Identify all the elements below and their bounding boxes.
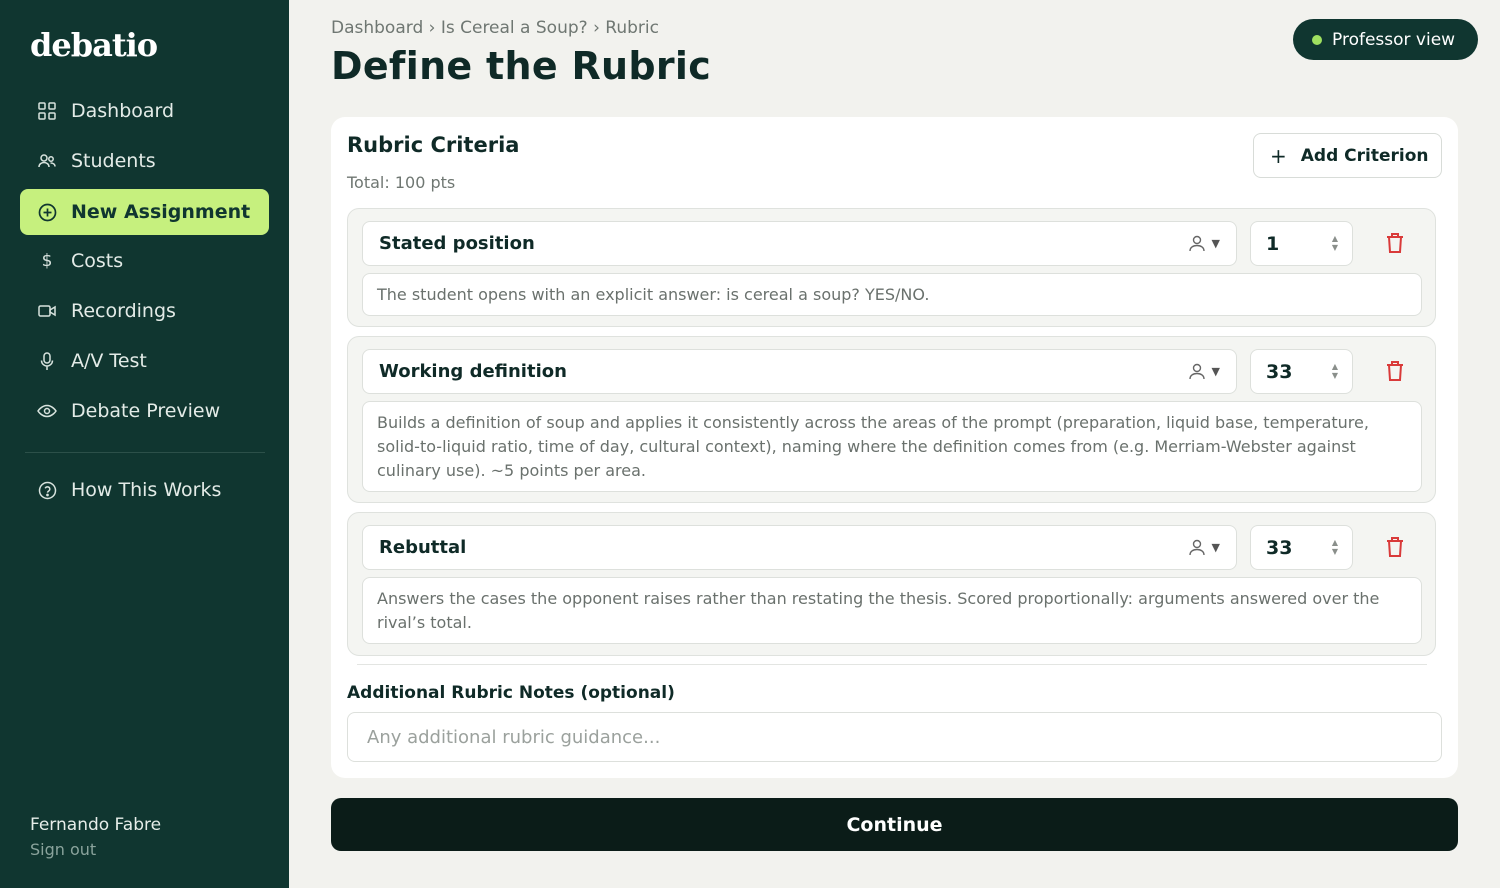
criterion-description[interactable]: Builds a definition of soup and applies … bbox=[362, 401, 1422, 492]
chevron-down-icon: ▼ bbox=[1211, 364, 1220, 378]
criterion-description[interactable]: The student opens with an explicit answe… bbox=[362, 273, 1422, 316]
trash-icon[interactable] bbox=[1384, 535, 1406, 559]
sign-out-link[interactable]: Sign out bbox=[30, 840, 96, 859]
add-criterion-label: Add Criterion bbox=[1300, 145, 1429, 166]
criterion-item: Stated position ▼ 1 ▲ ▼ The student opens… bbox=[347, 208, 1436, 327]
points-stepper[interactable]: 1 ▲ ▼ bbox=[1250, 221, 1353, 266]
professor-view-badge[interactable]: Professor view bbox=[1293, 19, 1478, 60]
points-value: 33 bbox=[1266, 360, 1293, 383]
page-title: Define the Rubric bbox=[331, 44, 712, 88]
sidebar-item-label: A/V Test bbox=[71, 350, 147, 372]
points-value: 1 bbox=[1266, 232, 1280, 255]
sidebar-item-label: New Assignment bbox=[71, 201, 251, 223]
video-icon bbox=[37, 301, 57, 321]
stepper-arrows-icon[interactable]: ▲ ▼ bbox=[1332, 538, 1338, 556]
sidebar-item-debate-preview[interactable]: Debate Preview bbox=[20, 388, 269, 434]
sidebar-item-label: How This Works bbox=[71, 479, 222, 501]
user-name: Fernando Fabre bbox=[30, 815, 162, 835]
sidebar-item-label: Debate Preview bbox=[71, 400, 221, 422]
chevron-down-icon: ▼ bbox=[1211, 236, 1220, 250]
continue-button[interactable]: Continue bbox=[331, 798, 1458, 851]
chevron-down-icon: ▼ bbox=[1211, 540, 1220, 554]
plus-icon: + bbox=[1270, 143, 1287, 168]
criterion-item: Rebuttal ▼ 33 ▲ ▼ Answers the cases the o… bbox=[347, 512, 1436, 656]
sidebar: debatio Dashboard Students New Assignmen… bbox=[0, 0, 289, 888]
criterion-name: Stated position bbox=[379, 233, 535, 254]
users-icon bbox=[37, 151, 57, 171]
sidebar-item-av-test[interactable]: A/V Test bbox=[20, 338, 269, 384]
sidebar-item-how-this-works[interactable]: How This Works bbox=[20, 467, 269, 513]
stepper-arrows-icon[interactable]: ▲ ▼ bbox=[1332, 234, 1338, 252]
help-circle-icon bbox=[37, 480, 57, 500]
user-icon bbox=[1188, 539, 1205, 556]
trash-icon[interactable] bbox=[1384, 359, 1406, 383]
sidebar-divider bbox=[25, 452, 265, 453]
stepper-arrows-icon[interactable]: ▲ ▼ bbox=[1332, 362, 1338, 380]
criterion-name: Rebuttal bbox=[379, 537, 467, 558]
points-stepper[interactable]: 33 ▲ ▼ bbox=[1250, 525, 1353, 570]
user-icon bbox=[1188, 363, 1205, 380]
breadcrumb[interactable]: Dashboard › Is Cereal a Soup? › Rubric bbox=[331, 18, 659, 38]
sidebar-item-students[interactable]: Students bbox=[20, 138, 269, 184]
microphone-icon bbox=[37, 351, 57, 371]
dollar-icon: $ bbox=[41, 251, 53, 271]
criterion-item: Working definition ▼ 33 ▲ ▼ Builds a defi… bbox=[347, 336, 1436, 503]
sidebar-item-dashboard[interactable]: Dashboard bbox=[20, 88, 269, 134]
sidebar-item-new-assignment[interactable]: New Assignment bbox=[20, 189, 269, 235]
eye-icon bbox=[37, 401, 57, 421]
points-value: 33 bbox=[1266, 536, 1293, 559]
rubric-total: Total: 100 pts bbox=[347, 173, 456, 192]
sidebar-item-label: Costs bbox=[71, 250, 124, 272]
add-criterion-button[interactable]: + Add Criterion bbox=[1253, 133, 1442, 178]
role-selector[interactable]: ▼ bbox=[1188, 362, 1220, 380]
sidebar-item-label: Recordings bbox=[71, 300, 176, 322]
badge-label: Professor view bbox=[1332, 29, 1456, 50]
card-divider bbox=[357, 664, 1427, 665]
notes-label: Additional Rubric Notes (optional) bbox=[347, 683, 675, 703]
rubric-notes-input[interactable] bbox=[347, 712, 1442, 762]
sidebar-item-recordings[interactable]: Recordings bbox=[20, 288, 269, 334]
grid-icon bbox=[37, 101, 57, 121]
criterion-name-input[interactable]: Stated position ▼ bbox=[362, 221, 1237, 266]
app-logo[interactable]: debatio bbox=[30, 26, 158, 64]
user-icon bbox=[1188, 235, 1205, 252]
criterion-name-input[interactable]: Rebuttal ▼ bbox=[362, 525, 1237, 570]
criterion-name: Working definition bbox=[379, 361, 567, 382]
role-selector[interactable]: ▼ bbox=[1188, 234, 1220, 252]
rubric-card: Rubric Criteria Total: 100 pts + Add Cri… bbox=[331, 117, 1458, 778]
plus-circle-icon bbox=[37, 202, 57, 222]
sidebar-item-label: Dashboard bbox=[71, 100, 175, 122]
criterion-description[interactable]: Answers the cases the opponent raises ra… bbox=[362, 577, 1422, 644]
status-dot-icon bbox=[1312, 34, 1322, 45]
trash-icon[interactable] bbox=[1384, 231, 1406, 255]
role-selector[interactable]: ▼ bbox=[1188, 538, 1220, 556]
points-stepper[interactable]: 33 ▲ ▼ bbox=[1250, 349, 1353, 394]
criterion-name-input[interactable]: Working definition ▼ bbox=[362, 349, 1237, 394]
sidebar-item-costs[interactable]: $ Costs bbox=[20, 238, 269, 284]
sidebar-item-label: Students bbox=[71, 150, 156, 172]
rubric-title: Rubric Criteria bbox=[347, 133, 520, 157]
